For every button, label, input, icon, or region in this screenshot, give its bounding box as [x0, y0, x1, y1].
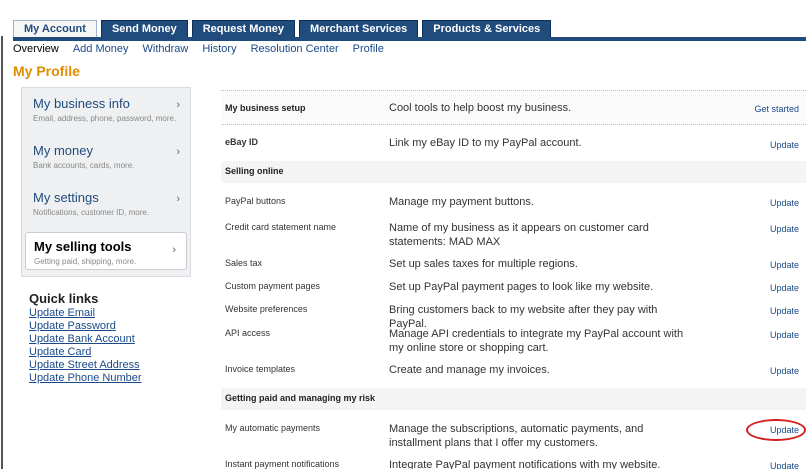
profile-sidebar: My business info Email, address, phone, … — [21, 87, 191, 277]
sidebar-item-my-settings[interactable]: My settings Notifications, customer ID, … — [22, 182, 190, 229]
row-name: Sales tax — [225, 258, 263, 268]
row-custom-payment-pages: Custom payment pages Set up PayPal payme… — [221, 277, 806, 297]
sidebar-item-title: My selling tools — [34, 239, 132, 254]
sidebar-item-title: My settings — [33, 190, 99, 205]
row-name: eBay ID — [225, 137, 259, 147]
subnav-overview[interactable]: Overview — [13, 43, 59, 55]
row-api-access: API access Manage API credentials to int… — [221, 324, 806, 358]
row-desc: Cool tools to help boost my business. — [389, 102, 572, 114]
row-name: My business setup — [225, 103, 306, 113]
chevron-right-icon: › — [172, 244, 176, 256]
row-desc: Manage my payment buttons. — [389, 196, 534, 208]
section-title: Selling online — [225, 166, 284, 176]
get-started-link[interactable]: Get started — [754, 104, 799, 114]
row-automatic-payments: My automatic payments Manage the subscri… — [221, 419, 806, 453]
row-desc: Name of my business as it appears on cus… — [389, 222, 649, 248]
subnav-profile[interactable]: Profile — [353, 43, 384, 55]
row-name: My automatic payments — [225, 423, 321, 433]
update-link[interactable]: Update — [770, 306, 799, 316]
row-invoice-templates: Invoice templates Create and manage my i… — [221, 360, 806, 380]
subnav-history[interactable]: History — [202, 43, 236, 55]
sidebar-item-title: My money — [33, 143, 93, 158]
row-name: API access — [225, 328, 271, 338]
sidebar-item-title: My business info — [33, 96, 130, 111]
section-selling-online: Selling online — [221, 161, 806, 183]
update-link[interactable]: Update — [770, 330, 799, 340]
subnav-withdraw[interactable]: Withdraw — [143, 43, 189, 55]
sub-navigation: Overview Add Money Withdraw History Reso… — [13, 43, 384, 55]
row-business-setup: My business setup Cool tools to help boo… — [221, 92, 806, 122]
update-link[interactable]: Update — [770, 461, 799, 469]
subnav-add-money[interactable]: Add Money — [73, 43, 129, 55]
sidebar-item-subtitle: Notifications, customer ID, more. — [33, 208, 150, 217]
quick-links-title: Quick links — [29, 291, 99, 306]
tab-request-money[interactable]: Request Money — [191, 20, 296, 37]
update-link[interactable]: Update — [770, 366, 799, 376]
sidebar-item-subtitle: Getting paid, shipping, more. — [34, 257, 137, 266]
row-name: Invoice templates — [225, 364, 296, 374]
sidebar-item-subtitle: Email, address, phone, password, more. — [33, 114, 177, 123]
row-name: Website preferences — [225, 304, 308, 314]
link-update-street-address[interactable]: Update Street Address — [29, 359, 142, 372]
row-website-preferences: Website preferences Bring customers back… — [221, 300, 806, 330]
update-link[interactable]: Update — [770, 140, 799, 150]
quick-links: Quick links Update Email Update Password… — [29, 291, 142, 385]
row-desc: Set up sales taxes for multiple regions. — [389, 258, 578, 270]
update-link[interactable]: Update — [770, 283, 799, 293]
row-desc: Set up PayPal payment pages to look like… — [389, 281, 654, 293]
main-tabs: My Account Send Money Request Money Merc… — [13, 20, 552, 37]
chevron-right-icon: › — [176, 146, 180, 158]
top-navigation: My Account Send Money Request Money Merc… — [0, 0, 806, 37]
sidebar-item-business-info[interactable]: My business info Email, address, phone, … — [22, 88, 190, 135]
highlight-circle — [746, 419, 806, 441]
link-update-phone-number[interactable]: Update Phone Number — [29, 372, 142, 385]
row-ebay-id: eBay ID Link my eBay ID to my PayPal acc… — [221, 126, 806, 160]
tab-products-services[interactable]: Products & Services — [422, 20, 552, 37]
tab-bar-underline — [13, 37, 806, 41]
row-name: Credit card statement name — [225, 222, 337, 232]
sidebar-item-selling-tools[interactable]: My selling tools Getting paid, shipping,… — [25, 232, 187, 270]
link-update-password[interactable]: Update Password — [29, 320, 142, 333]
page-title: My Profile — [13, 63, 80, 79]
window-border — [1, 0, 3, 469]
sidebar-item-my-money[interactable]: My money Bank accounts, cards, more. › — [22, 135, 190, 182]
tab-my-account[interactable]: My Account — [13, 20, 97, 37]
row-credit-card-statement-name: Credit card statement name Name of my bu… — [221, 218, 806, 252]
link-update-bank-account[interactable]: Update Bank Account — [29, 333, 142, 346]
update-link[interactable]: Update — [770, 260, 799, 270]
row-desc: Create and manage my invoices. — [389, 364, 550, 376]
divider — [221, 90, 806, 91]
row-desc: Manage the subscriptions, automatic paym… — [389, 423, 644, 449]
row-name: PayPal buttons — [225, 196, 286, 206]
link-update-email[interactable]: Update Email — [29, 307, 142, 320]
row-name: Instant payment notifications — [225, 459, 340, 469]
section-getting-paid: Getting paid and managing my risk — [221, 388, 806, 410]
subnav-resolution-center[interactable]: Resolution Center — [251, 43, 339, 55]
update-link[interactable]: Update — [770, 224, 799, 234]
row-desc: Integrate PayPal payment notifications w… — [389, 459, 661, 469]
row-desc: Manage API credentials to integrate my P… — [389, 328, 684, 354]
row-instant-payment-notifications: Instant payment notifications Integrate … — [221, 455, 806, 469]
link-update-card[interactable]: Update Card — [29, 346, 142, 359]
chevron-right-icon: › — [176, 193, 180, 205]
row-paypal-buttons: PayPal buttons Manage my payment buttons… — [221, 192, 806, 212]
sidebar-item-subtitle: Bank accounts, cards, more. — [33, 161, 135, 170]
update-link[interactable]: Update — [770, 198, 799, 208]
divider — [221, 124, 806, 125]
chevron-right-icon: › — [176, 99, 180, 111]
row-name: Custom payment pages — [225, 281, 321, 291]
tab-send-money[interactable]: Send Money — [100, 20, 188, 37]
row-desc: Link my eBay ID to my PayPal account. — [389, 137, 582, 149]
section-title: Getting paid and managing my risk — [225, 393, 376, 403]
tab-merchant-services[interactable]: Merchant Services — [299, 20, 419, 37]
row-sales-tax: Sales tax Set up sales taxes for multipl… — [221, 254, 806, 274]
